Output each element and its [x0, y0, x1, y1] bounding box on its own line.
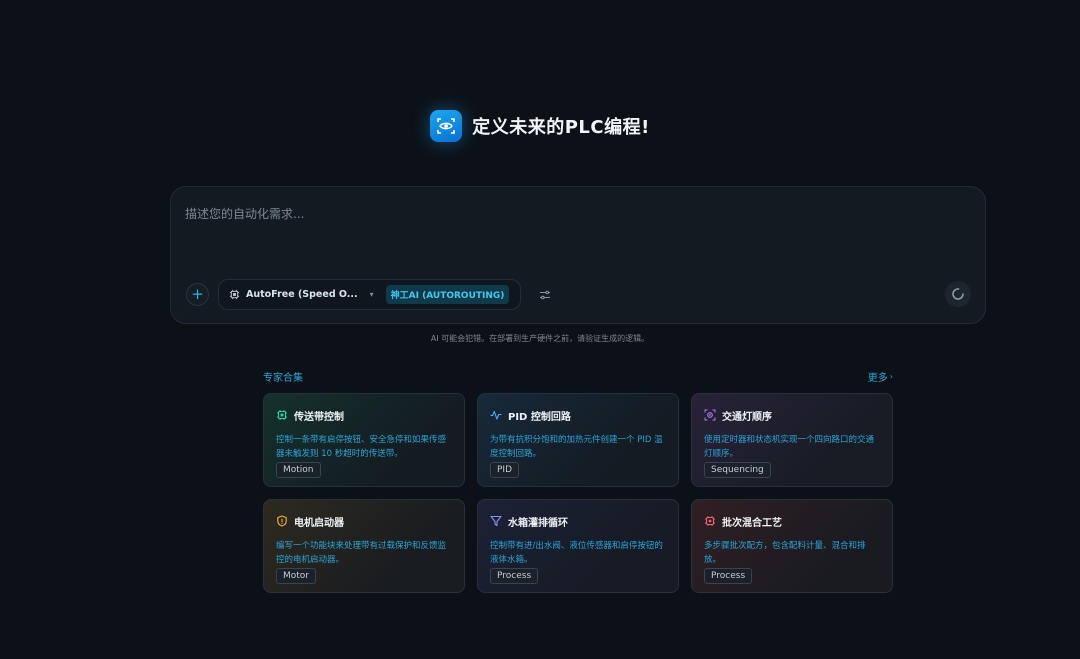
- collection-header: 专家合集 更多 ›: [263, 369, 893, 384]
- card-tag: Sequencing: [704, 462, 771, 478]
- funnel-icon: [490, 512, 502, 531]
- card-description: 多步骤批次配方，包含配料计量、混合和排放。: [704, 541, 866, 565]
- card-title: 电机启动器: [294, 518, 344, 529]
- card-description: 控制一条带有启停按钮、安全急停和如果传感器未触发则 10 秒超时的传送带。: [276, 435, 447, 459]
- add-attachment-button[interactable]: +: [186, 283, 209, 306]
- card-title: 传送带控制: [294, 412, 344, 423]
- shield-icon: [276, 512, 288, 531]
- hero-header: 定义未来的PLC编程!: [0, 110, 1080, 142]
- cpu-icon: [229, 285, 240, 304]
- card-title: 批次混合工艺: [722, 518, 782, 529]
- card-title: PID 控制回路: [508, 412, 571, 423]
- template-card-traffic-light[interactable]: 交通灯顺序 使用定时器和状态机实现一个四向路口的交通灯顺序。 Sequencin…: [691, 393, 893, 487]
- template-card-pid[interactable]: PID 控制回路 为带有抗积分饱和的加热元件创建一个 PID 温度控制回路。 P…: [477, 393, 679, 487]
- card-description: 使用定时器和状态机实现一个四向路口的交通灯顺序。: [704, 435, 875, 459]
- chip-icon: [704, 512, 716, 531]
- template-card-tank-cycle[interactable]: 水箱灌排循环 控制带有进/出水阀、液位传感器和启停按钮的液体水箱。 Proces…: [477, 499, 679, 593]
- loading-spinner-icon: [952, 288, 964, 300]
- chevron-down-icon[interactable]: ▾: [370, 290, 374, 299]
- card-tag: Process: [490, 568, 539, 584]
- card-description: 控制带有进/出水阀、液位传感器和启停按钮的液体水箱。: [490, 541, 663, 565]
- plus-icon: +: [191, 285, 204, 303]
- template-card-conveyor[interactable]: 传送带控制 控制一条带有启停按钮、安全急停和如果传感器未触发则 10 秒超时的传…: [263, 393, 465, 487]
- eye-scan-icon: [430, 110, 463, 142]
- disclaimer-text: AI 可能会犯错。在部署到生产硬件之前，请验证生成的逻辑。: [430, 334, 650, 343]
- traffic-light-icon: [704, 406, 716, 425]
- settings-sliders-icon[interactable]: [539, 289, 551, 301]
- card-description: 为带有抗积分饱和的加热元件创建一个 PID 温度控制回路。: [490, 435, 663, 459]
- template-grid: 传送带控制 控制一条带有启停按钮、安全急停和如果传感器未触发则 10 秒超时的传…: [263, 393, 893, 593]
- send-button[interactable]: [945, 281, 971, 307]
- template-card-batch-mixing[interactable]: 批次混合工艺 多步骤批次配方，包含配料计量、混合和排放。 Process: [691, 499, 893, 593]
- card-title: 水箱灌排循环: [508, 518, 568, 529]
- template-card-motor-starter[interactable]: 电机启动器 编写一个功能块来处理带有过载保护和反馈监控的电机启动器。 Motor: [263, 499, 465, 593]
- more-label: 更多: [867, 373, 888, 384]
- chevron-right-icon: ›: [889, 372, 893, 381]
- routing-badge[interactable]: 神工AI (AUTOROUTING): [385, 285, 510, 304]
- card-tag: Motion: [276, 462, 321, 478]
- prompt-input[interactable]: [185, 205, 965, 255]
- more-link[interactable]: 更多 ›: [868, 369, 893, 384]
- card-title: 交通灯顺序: [722, 412, 772, 423]
- section-title: 专家合集: [263, 373, 303, 384]
- model-dropdown[interactable]: AutoFree (Speed O...: [246, 289, 358, 300]
- card-description: 编写一个功能块来处理带有过载保护和反馈监控的电机启动器。: [276, 541, 447, 565]
- page-title: 定义未来的PLC编程!: [472, 117, 650, 138]
- cpu-chip-icon: [276, 406, 288, 425]
- card-tag: Process: [704, 568, 753, 584]
- model-selector-bar: AutoFree (Speed O... ▾ 神工AI (AUTOROUTING…: [218, 279, 551, 310]
- activity-pulse-icon: [490, 406, 502, 425]
- card-tag: Motor: [276, 568, 317, 584]
- card-tag: PID: [490, 462, 520, 478]
- prompt-composer: + AutoFree (Speed O... ▾ 神工AI (AUTOROUTI…: [170, 186, 986, 324]
